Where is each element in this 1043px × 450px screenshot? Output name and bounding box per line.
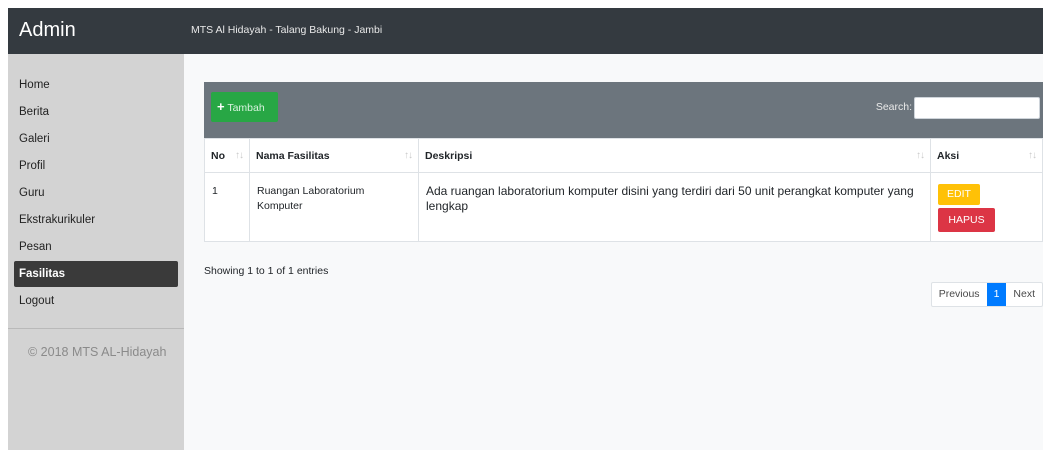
add-button[interactable]: + Tambah	[211, 92, 278, 122]
sidebar-item-galeri[interactable]: Galeri	[14, 126, 178, 152]
column-header-label: No	[211, 149, 225, 162]
column-header-nama[interactable]: Nama Fasilitas ↑↓	[249, 138, 419, 173]
column-header-label: Deskripsi	[425, 149, 473, 162]
cell-deskripsi: Ada ruangan laboratorium komputer disini…	[418, 172, 931, 242]
table-row: 1 Ruangan Laboratorium Komputer Ada ruan…	[204, 172, 1043, 242]
next-button[interactable]: Next	[1006, 283, 1042, 306]
sort-icon: ↑↓	[1028, 150, 1037, 161]
sidebar-item-pesan[interactable]: Pesan	[14, 234, 178, 260]
search-label: Search:	[875, 101, 912, 113]
sidebar: Admin Home Berita Galeri Profil Guru Eks…	[8, 8, 184, 450]
site-title: MTS Al Hidayah - Talang Bakung - Jambi	[191, 24, 383, 36]
cell-no: 1	[204, 172, 250, 242]
copyright-text: © 2018 MTS AL-Hidayah	[28, 345, 167, 359]
topbar: MTS Al Hidayah - Talang Bakung - Jambi	[184, 8, 1043, 54]
edit-button[interactable]: EDIT	[938, 184, 980, 205]
pagination: Previous 1 Next	[930, 282, 1043, 307]
sidebar-item-fasilitas[interactable]: Fasilitas	[14, 261, 178, 287]
entries-info: Showing 1 to 1 of 1 entries	[204, 265, 329, 277]
sidebar-item-ekstrakurikuler[interactable]: Ekstrakurikuler	[14, 207, 178, 233]
facilities-table: No ↑↓ Nama Fasilitas ↑↓ Deskripsi ↑↓ Aks…	[204, 138, 1043, 242]
sort-icon: ↑↓	[235, 150, 244, 161]
table-toolbar: + Tambah Search:	[204, 82, 1043, 138]
add-button-label: Tambah	[227, 102, 265, 114]
sidebar-item-home[interactable]: Home	[14, 72, 178, 98]
cell-nama: Ruangan Laboratorium Komputer	[249, 172, 419, 242]
cell-aksi: EDIT HAPUS	[930, 172, 1043, 242]
column-header-label: Aksi	[937, 149, 960, 162]
sidebar-menu: Home Berita Galeri Profil Guru Ekstrakur…	[8, 54, 184, 314]
delete-button[interactable]: HAPUS	[938, 208, 995, 232]
sort-icon: ↑↓	[404, 150, 413, 161]
sidebar-item-berita[interactable]: Berita	[14, 99, 178, 125]
column-header-deskripsi[interactable]: Deskripsi ↑↓	[418, 138, 931, 173]
sidebar-item-logout[interactable]: Logout	[14, 288, 178, 314]
search-input[interactable]	[914, 97, 1040, 119]
sort-icon: ↑↓	[916, 150, 925, 161]
sidebar-item-guru[interactable]: Guru	[14, 180, 178, 206]
column-header-no[interactable]: No ↑↓	[204, 138, 250, 173]
sidebar-item-profil[interactable]: Profil	[14, 153, 178, 179]
brand-title: Admin	[8, 8, 184, 54]
previous-button[interactable]: Previous	[932, 283, 987, 306]
main-content: + Tambah Search: No ↑↓ Nama Fasilitas ↑↓	[184, 54, 1043, 450]
column-header-label: Nama Fasilitas	[256, 149, 330, 162]
plus-icon: +	[217, 99, 225, 114]
column-header-aksi[interactable]: Aksi ↑↓	[930, 138, 1043, 173]
page: Admin Home Berita Galeri Profil Guru Eks…	[0, 0, 1043, 450]
page-button-current[interactable]: 1	[986, 283, 1007, 306]
table-header-row: No ↑↓ Nama Fasilitas ↑↓ Deskripsi ↑↓ Aks…	[204, 138, 1043, 173]
